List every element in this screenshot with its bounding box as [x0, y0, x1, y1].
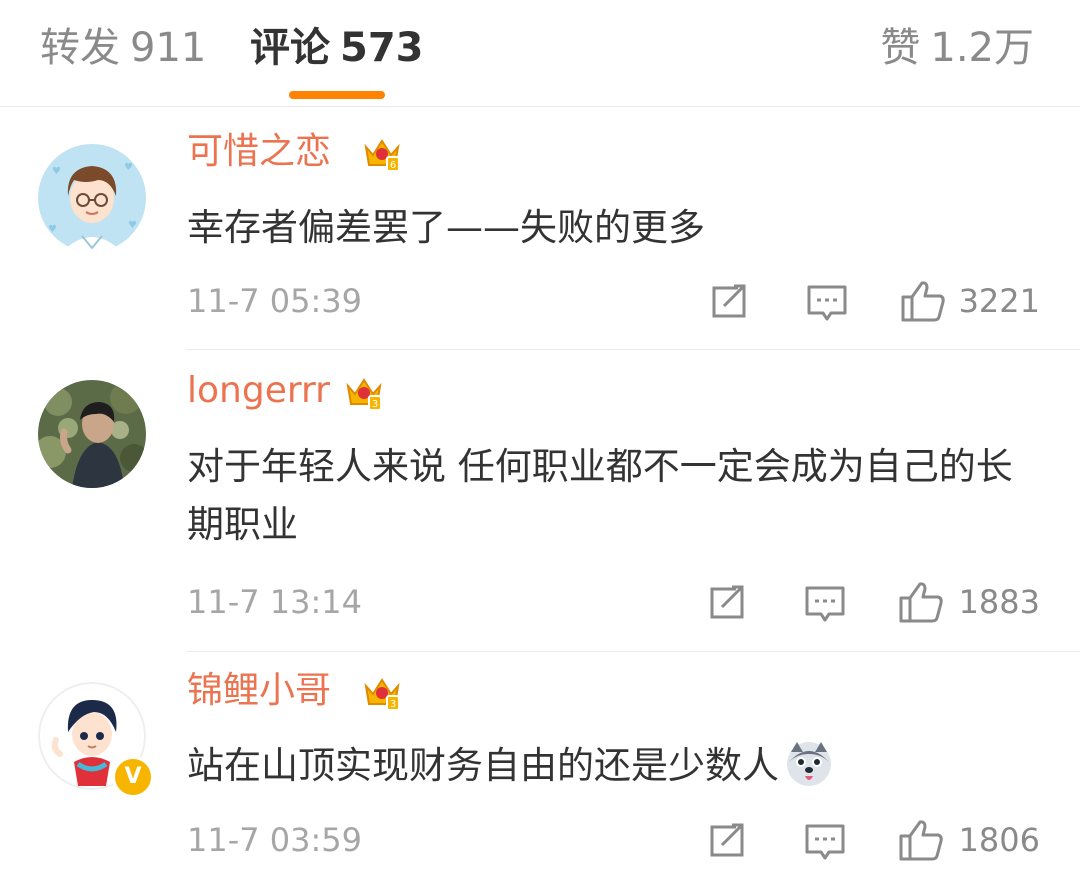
- svg-text:♥: ♥: [124, 162, 133, 173]
- repost-icon[interactable]: [708, 282, 750, 322]
- husky-emoji-icon: [787, 741, 831, 786]
- avatar[interactable]: [38, 380, 146, 488]
- tab-likes-label: 赞: [880, 25, 921, 71]
- comment-text-row: 站在山顶实现财务自由的还是少数人: [187, 737, 1047, 795]
- comment-item: longerrr 3 对于年轻人来说 任何职业都不一定会成为自己的长期职业 11…: [0, 350, 1080, 652]
- tab-likes-count: 1.2万: [930, 25, 1034, 71]
- comment-tabs: 转发 911 评论 573 赞 1.2万: [0, 0, 1080, 107]
- comment-time: 11-7 03:59: [187, 821, 363, 859]
- tab-repost[interactable]: 转发 911: [40, 24, 206, 72]
- vip-crown-icon: 3: [364, 678, 400, 711]
- tab-comments-label: 评论: [250, 25, 330, 71]
- like-count: 1883: [958, 583, 1040, 621]
- repost-icon[interactable]: [706, 821, 748, 861]
- svg-text:♥: ♥: [128, 220, 137, 231]
- svg-text:3: 3: [390, 699, 396, 710]
- like-icon[interactable]: [900, 279, 946, 323]
- tab-comments-count: 573: [340, 25, 424, 71]
- username[interactable]: 可惜之恋: [187, 129, 331, 175]
- comment-time: 11-7 05:39: [187, 282, 363, 320]
- svg-text:♥: ♥: [48, 224, 57, 235]
- comment-icon[interactable]: [804, 584, 846, 624]
- like-count: 3221: [958, 282, 1040, 320]
- comment-text: 幸存者偏差罢了——失败的更多: [187, 206, 705, 249]
- comment-text: 站在山顶实现财务自由的还是少数人: [187, 744, 779, 787]
- avatar[interactable]: ♥ ♥ ♥ ♥: [38, 144, 146, 252]
- like-count: 1806: [958, 821, 1040, 859]
- svg-text:♥: ♥: [52, 166, 61, 177]
- vip-crown-icon: 6: [364, 139, 400, 172]
- comment-icon[interactable]: [806, 283, 848, 323]
- username[interactable]: longerrr: [187, 368, 330, 414]
- comment-text: 对于年轻人来说 任何职业都不一定会成为自己的长期职业: [187, 445, 1013, 546]
- comment-time: 11-7 13:14: [187, 583, 363, 621]
- svg-text:3: 3: [372, 399, 378, 410]
- comment-icon[interactable]: [804, 822, 846, 862]
- comment-item: V 锦鲤小哥 3 站在山顶实现财务自由的还是少数人 11-7 03:59 180…: [0, 652, 1080, 876]
- vip-crown-icon: 3: [346, 378, 382, 411]
- active-tab-indicator: [289, 91, 385, 99]
- comment-item: ♥ ♥ ♥ ♥ 可惜之恋 6 幸存者偏差罢了——失败的更多 11-7 05:39: [0, 107, 1080, 350]
- tab-comments[interactable]: 评论 573: [250, 24, 424, 72]
- tab-likes[interactable]: 赞 1.2万: [880, 24, 1034, 72]
- tab-repost-label: 转发: [40, 25, 120, 71]
- username[interactable]: 锦鲤小哥: [187, 668, 331, 714]
- tab-repost-count: 911: [130, 25, 207, 71]
- svg-text:6: 6: [390, 160, 396, 171]
- like-icon[interactable]: [898, 818, 944, 862]
- like-icon[interactable]: [898, 580, 944, 624]
- verified-badge: V: [112, 756, 154, 798]
- repost-icon[interactable]: [706, 583, 748, 623]
